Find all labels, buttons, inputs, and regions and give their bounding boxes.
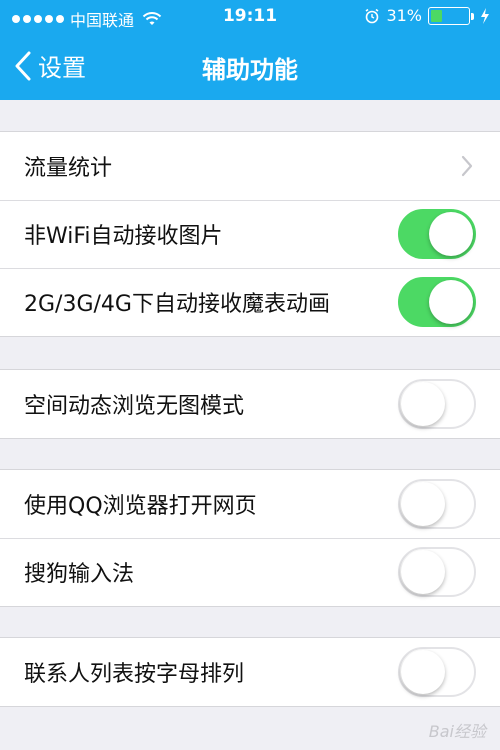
- row-label: 非WiFi自动接收图片: [24, 224, 223, 249]
- header: 中国联通 19:11 31% 设置 辅助功能: [0, 0, 500, 100]
- settings-group-3: 使用QQ浏览器打开网页 搜狗输入法: [0, 469, 500, 607]
- row-non-wifi-auto-images: 非WiFi自动接收图片: [0, 200, 500, 268]
- toggle-knob: [429, 212, 473, 256]
- settings-group-1: 流量统计 非WiFi自动接收图片 2G/3G/4G下自动接收魔表动画: [0, 131, 500, 337]
- page-title: 辅助功能: [202, 56, 298, 84]
- toggle-knob: [401, 382, 445, 426]
- row-label: 2G/3G/4G下自动接收魔表动画: [24, 292, 330, 317]
- toggle-switch[interactable]: [398, 209, 476, 259]
- toggle-switch[interactable]: [398, 547, 476, 597]
- settings-group-2: 空间动态浏览无图模式: [0, 369, 500, 439]
- toggle-switch[interactable]: [398, 479, 476, 529]
- chevron-right-icon: [461, 155, 473, 177]
- row-traffic-stats[interactable]: 流量统计: [0, 132, 500, 200]
- battery-icon: [428, 6, 474, 25]
- toggle-switch[interactable]: [398, 277, 476, 327]
- battery-percent: 31%: [386, 6, 422, 25]
- alarm-clock-icon: [365, 8, 379, 23]
- row-sogou-input: 搜狗输入法: [0, 538, 500, 606]
- row-label: 使用QQ浏览器打开网页: [24, 494, 257, 519]
- toggle-knob: [429, 280, 473, 324]
- row-qq-browser: 使用QQ浏览器打开网页: [0, 470, 500, 538]
- toggle-knob: [401, 550, 445, 594]
- watermark: Bai经验: [428, 722, 486, 741]
- nav-bar: 设置 辅助功能: [0, 34, 500, 100]
- status-bar-right: 31%: [364, 6, 490, 25]
- row-contacts-alphabetical: 联系人列表按字母排列: [0, 638, 500, 706]
- toggle-switch[interactable]: [398, 379, 476, 429]
- settings-group-4: 联系人列表按字母排列: [0, 637, 500, 707]
- toggle-knob: [401, 650, 445, 694]
- row-no-image-mode: 空间动态浏览无图模式: [0, 370, 500, 438]
- status-bar: 中国联通 19:11 31%: [0, 0, 500, 34]
- toggle-knob: [401, 482, 445, 526]
- row-label: 联系人列表按字母排列: [24, 662, 245, 687]
- battery-level: [431, 9, 442, 22]
- row-label: 空间动态浏览无图模式: [24, 394, 245, 419]
- toggle-switch[interactable]: [398, 647, 476, 697]
- row-label: 搜狗输入法: [24, 562, 135, 587]
- charging-bolt-icon: [481, 7, 489, 24]
- row-auto-magic-animations: 2G/3G/4G下自动接收魔表动画: [0, 268, 500, 336]
- row-label: 流量统计: [24, 156, 113, 181]
